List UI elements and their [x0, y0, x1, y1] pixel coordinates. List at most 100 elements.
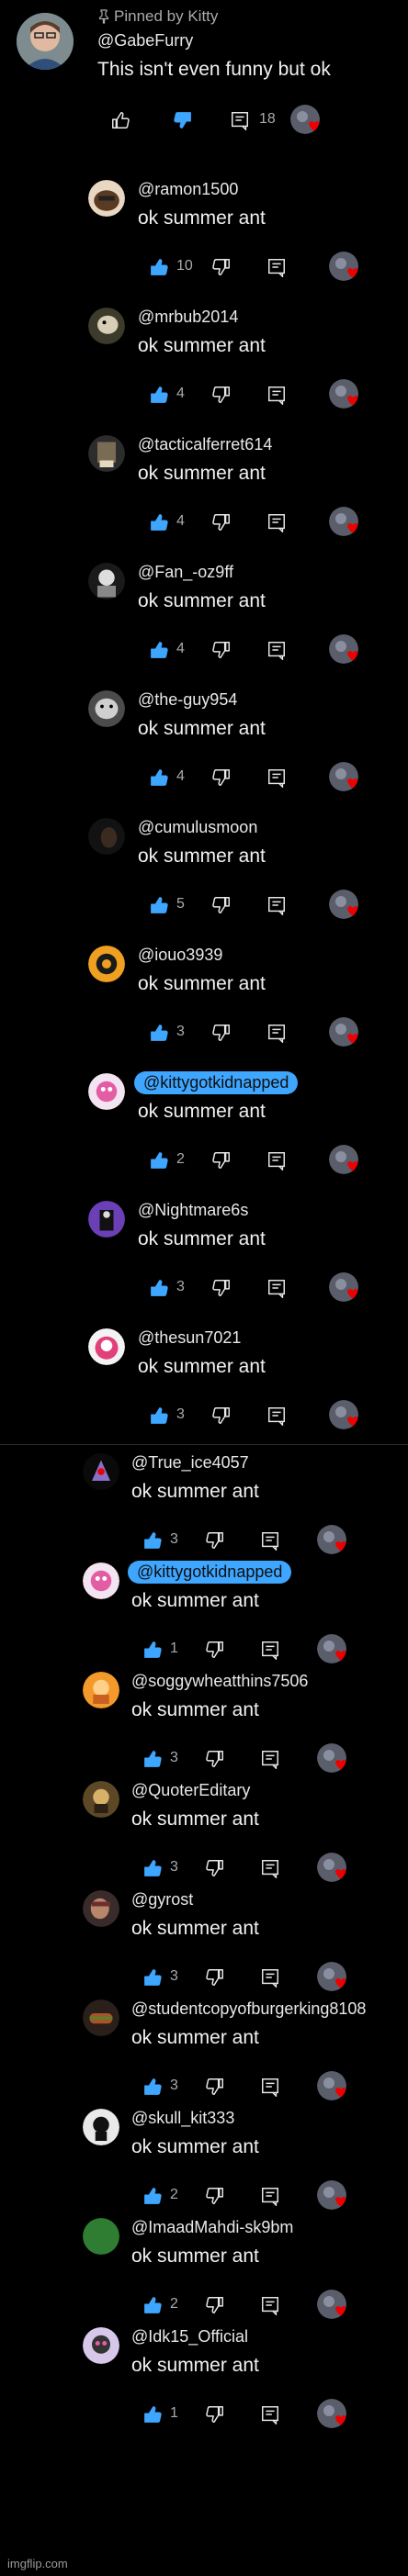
reply-author-handle[interactable]: @iouo3939 [138, 946, 222, 965]
thumbs-up-icon[interactable] [142, 2077, 163, 2097]
reply-author-handle[interactable]: @Fan_-oz9ff [138, 563, 233, 582]
reply-author-avatar[interactable] [83, 1999, 119, 2036]
reply-author-handle[interactable]: @studentcopyofburgerking8108 [131, 1999, 366, 2019]
reply-icon[interactable] [266, 385, 287, 405]
reply-icon[interactable] [260, 1640, 280, 1660]
thumbs-down-icon[interactable] [205, 2404, 225, 2425]
thumbs-up-icon[interactable] [149, 257, 169, 277]
reply-author-avatar[interactable] [83, 2109, 119, 2145]
reply-icon[interactable] [260, 2077, 280, 2097]
reply-author-avatar[interactable] [88, 1201, 125, 1238]
reply-author-avatar[interactable] [88, 1328, 125, 1365]
reply-author-avatar[interactable] [88, 690, 125, 727]
pinned-author-avatar[interactable] [17, 13, 74, 70]
reply-author-handle[interactable]: @the-guy954 [138, 690, 237, 710]
thumbs-down-icon[interactable] [211, 257, 232, 277]
thumbs-up-icon[interactable] [149, 640, 169, 660]
reply-author-avatar[interactable] [83, 2218, 119, 2255]
thumbs-down-icon[interactable] [205, 1749, 225, 1769]
reply-author-avatar[interactable] [88, 180, 125, 217]
reply-author-avatar[interactable] [88, 946, 125, 982]
thumbs-up-icon[interactable] [149, 1150, 169, 1170]
reply-icon[interactable] [266, 1150, 287, 1170]
reply-author-handle[interactable]: @kittygotkidnapped [128, 1561, 292, 1584]
reply-author-handle[interactable]: @cumulusmoon [138, 818, 257, 837]
reply-icon[interactable] [260, 2295, 280, 2315]
reply-author-handle[interactable]: @skull_kit333 [131, 2109, 234, 2128]
thumbs-up-icon[interactable] [149, 767, 169, 788]
thumbs-up-icon[interactable] [142, 2404, 163, 2425]
reply-author-avatar[interactable] [83, 2327, 119, 2364]
reply-author-avatar[interactable] [83, 1562, 119, 1599]
thumbs-down-icon[interactable] [205, 1967, 225, 1988]
thumbs-down-icon[interactable] [173, 110, 193, 130]
reply-icon[interactable] [266, 512, 287, 532]
thumbs-up-icon[interactable] [142, 2295, 163, 2315]
reply-author-handle[interactable]: @ramon1500 [138, 180, 238, 199]
reply-author-handle[interactable]: @ImaadMahdi-sk9bm [131, 2218, 293, 2237]
reply-icon[interactable] [266, 257, 287, 277]
reply-icon[interactable] [260, 1530, 280, 1551]
thumbs-up-icon[interactable] [142, 1530, 163, 1551]
thumbs-up-icon[interactable] [149, 385, 169, 405]
thumbs-down-icon[interactable] [211, 1406, 232, 1426]
reply-author-avatar[interactable] [88, 308, 125, 344]
reply-author-handle[interactable]: @Idk15_Official [131, 2327, 248, 2346]
reply-author-handle[interactable]: @kittygotkidnapped [134, 1071, 299, 1094]
thumbs-up-icon[interactable] [142, 1858, 163, 1878]
reply-icon[interactable] [260, 1967, 280, 1988]
thumbs-up-icon[interactable] [142, 1749, 163, 1769]
reply-icon[interactable] [266, 1406, 287, 1426]
reply-author-handle[interactable]: @True_ice4057 [131, 1453, 249, 1473]
reply-icon[interactable] [266, 640, 287, 660]
reply-author-avatar[interactable] [88, 818, 125, 855]
reply-icon[interactable] [230, 110, 250, 130]
thumbs-up-icon[interactable] [142, 1967, 163, 1988]
thumbs-up-icon[interactable] [142, 2186, 163, 2206]
reply-icon[interactable] [260, 1858, 280, 1878]
reply-author-avatar[interactable] [83, 1890, 119, 1927]
thumbs-down-icon[interactable] [205, 2186, 225, 2206]
reply-author-avatar[interactable] [88, 563, 125, 599]
thumbs-down-icon[interactable] [205, 1640, 225, 1660]
reply-author-handle[interactable]: @tacticalferret614 [138, 435, 272, 454]
thumbs-up-icon[interactable] [149, 1406, 169, 1426]
reply-icon[interactable] [266, 1278, 287, 1298]
thumbs-down-icon[interactable] [205, 2077, 225, 2097]
thumbs-up-icon[interactable] [149, 1278, 169, 1298]
reply-icon[interactable] [266, 895, 287, 915]
reply-author-avatar[interactable] [83, 1453, 119, 1490]
reply-icon[interactable] [266, 767, 287, 788]
reply-icon[interactable] [260, 1749, 280, 1769]
thumbs-down-icon[interactable] [211, 512, 232, 532]
thumbs-up-icon[interactable] [149, 895, 169, 915]
reply-author-avatar[interactable] [88, 435, 125, 472]
pinned-author-handle[interactable]: @GabeFurry [97, 31, 193, 50]
reply-icon[interactable] [260, 2404, 280, 2425]
thumbs-down-icon[interactable] [205, 2295, 225, 2315]
reply-icon[interactable] [260, 2186, 280, 2206]
thumbs-down-icon[interactable] [211, 1150, 232, 1170]
reply-author-handle[interactable]: @gyrost [131, 1890, 193, 1910]
thumbs-down-icon[interactable] [211, 385, 232, 405]
reply-author-avatar[interactable] [88, 1073, 125, 1110]
thumbs-up-icon[interactable] [149, 1023, 169, 1043]
thumbs-up-icon[interactable] [149, 512, 169, 532]
thumbs-down-icon[interactable] [211, 767, 232, 788]
reply-author-avatar[interactable] [83, 1781, 119, 1818]
thumbs-down-icon[interactable] [205, 1530, 225, 1551]
reply-icon[interactable] [266, 1023, 287, 1043]
thumbs-down-icon[interactable] [211, 895, 232, 915]
thumbs-down-icon[interactable] [205, 1858, 225, 1878]
thumbs-down-icon[interactable] [211, 640, 232, 660]
reply-author-avatar[interactable] [83, 1672, 119, 1708]
reply-author-handle[interactable]: @QuoterEditary [131, 1781, 250, 1800]
thumbs-down-icon[interactable] [211, 1023, 232, 1043]
reply-author-handle[interactable]: @Nightmare6s [138, 1201, 248, 1220]
reply-author-handle[interactable]: @mrbub2014 [138, 308, 238, 327]
reply-author-handle[interactable]: @soggywheatthins7506 [131, 1672, 308, 1691]
thumbs-up-icon[interactable] [142, 1640, 163, 1660]
thumbs-up-icon[interactable] [110, 110, 130, 130]
thumbs-down-icon[interactable] [211, 1278, 232, 1298]
reply-author-handle[interactable]: @thesun7021 [138, 1328, 241, 1348]
